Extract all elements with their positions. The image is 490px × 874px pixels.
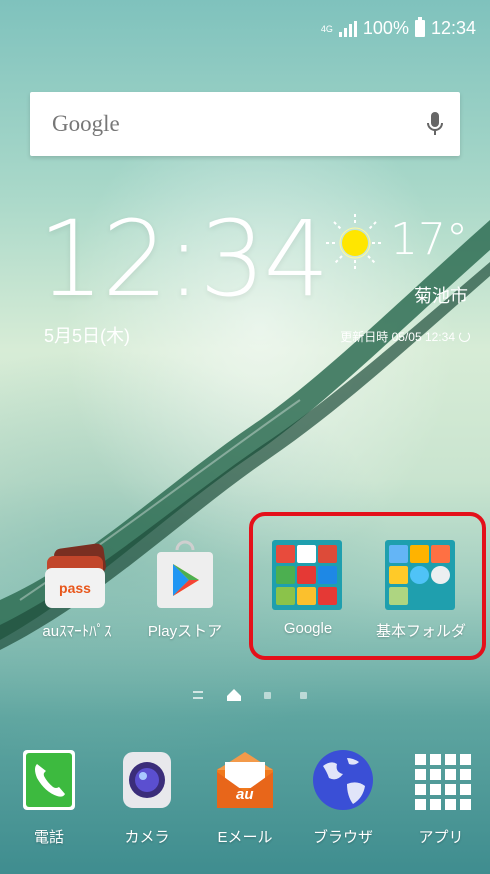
refresh-icon[interactable] bbox=[459, 331, 470, 342]
signal-icon bbox=[338, 20, 357, 37]
phone-icon bbox=[13, 744, 85, 816]
search-placeholder: Google bbox=[52, 111, 120, 136]
app-label: Eメール bbox=[217, 829, 273, 846]
temperature: 17° bbox=[390, 214, 468, 265]
page-indicator[interactable] bbox=[0, 686, 490, 706]
battery-icon bbox=[414, 17, 425, 37]
pass-text: pass bbox=[59, 580, 91, 596]
email-icon: au bbox=[209, 744, 281, 816]
highlight-box bbox=[249, 512, 486, 660]
app-label: ブラウザ bbox=[312, 829, 373, 846]
app-label: アプリ bbox=[418, 829, 464, 846]
app-label: Playストア bbox=[147, 623, 223, 640]
mic-icon[interactable] bbox=[410, 92, 460, 156]
status-time: 12:34 bbox=[430, 18, 476, 38]
status-bar: 4G 100% 12:34 bbox=[0, 0, 490, 56]
home-icon[interactable] bbox=[226, 688, 242, 702]
weather-updated-text: 更新日時 05/05 12:34 bbox=[340, 330, 455, 344]
app-label: 電話 bbox=[33, 829, 64, 846]
au-logo-text: au bbox=[236, 786, 254, 803]
app-play-store[interactable]: Playストア bbox=[130, 540, 240, 660]
dock-camera[interactable]: カメラ bbox=[98, 744, 196, 864]
weather-city: 菊池市 bbox=[414, 286, 468, 306]
camera-icon bbox=[111, 744, 183, 816]
weather-updated: 更新日時 05/05 12:34 bbox=[340, 328, 470, 345]
page-dot[interactable] bbox=[264, 692, 271, 699]
au-smart-pass-icon: pass bbox=[41, 540, 113, 612]
home-page-indicator[interactable] bbox=[193, 691, 203, 699]
battery-percent: 100% bbox=[362, 18, 409, 38]
clock-date: 5月5日(木) bbox=[44, 326, 131, 346]
app-label: カメラ bbox=[124, 829, 170, 846]
dock-phone[interactable]: 電話 bbox=[0, 744, 98, 864]
dock: 電話 カメラ au Eメール ブラウザ アプリ bbox=[0, 744, 490, 874]
browser-icon bbox=[307, 744, 379, 816]
dock-apps[interactable]: アプリ bbox=[392, 744, 490, 864]
google-search-widget[interactable]: Google bbox=[30, 92, 460, 156]
home-screen: 4G 100% 12:34 Google 12:34 5月5日(木) 17° 菊… bbox=[0, 0, 490, 874]
play-store-icon bbox=[149, 540, 221, 612]
clock-time[interactable]: 12:34 bbox=[38, 198, 330, 320]
apps-grid-icon bbox=[405, 744, 477, 816]
dock-email[interactable]: au Eメール bbox=[196, 744, 294, 864]
page-dot[interactable] bbox=[300, 692, 307, 699]
sun-icon bbox=[326, 214, 384, 272]
weather-widget[interactable]: 17° bbox=[324, 212, 468, 274]
app-au-smart-pass[interactable]: pass auｽﾏｰﾄﾊﾟｽ bbox=[22, 540, 132, 660]
network-type-label: 4G bbox=[320, 23, 333, 34]
app-label: auｽﾏｰﾄﾊﾟｽ bbox=[42, 623, 112, 640]
dock-browser[interactable]: ブラウザ bbox=[294, 744, 392, 864]
